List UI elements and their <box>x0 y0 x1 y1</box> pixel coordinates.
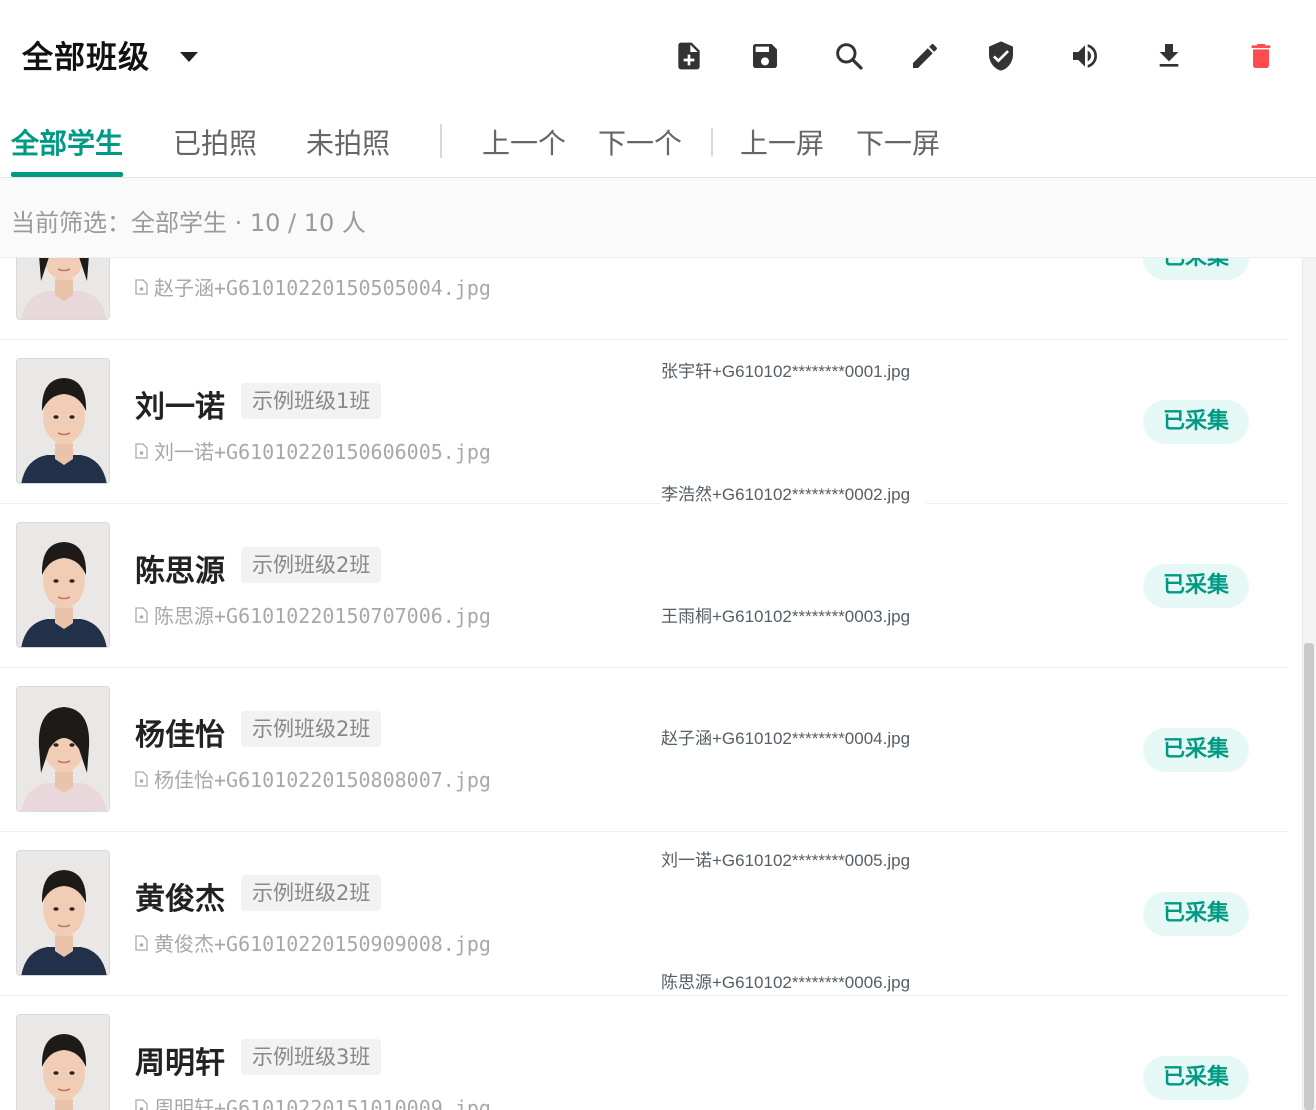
status-badge: 已采集 <box>1143 564 1249 608</box>
scrollbar-thumb[interactable] <box>1304 643 1314 1110</box>
top-bar: 全部班级 <box>0 0 1316 104</box>
next-screen-button[interactable]: 下一屏 <box>856 122 940 162</box>
student-row[interactable]: 赵子涵赵子涵+G61010220150505004.jpg 已采集 <box>0 258 1288 340</box>
photo-filename: 陈思源+G61010220150707006.jpg <box>135 600 491 629</box>
photo-filename-text: 杨佳怡+G61010220150808007.jpg <box>154 768 491 792</box>
student-name: 黄俊杰 <box>135 882 225 917</box>
tab-photographed[interactable]: 已拍照 <box>173 122 257 162</box>
divider <box>711 128 713 156</box>
volume-icon[interactable] <box>1065 36 1105 76</box>
file-icon <box>135 442 148 459</box>
photo-filename-text: 陈思源+G61010220150707006.jpg <box>154 604 491 628</box>
save-icon[interactable] <box>745 36 785 76</box>
filter-status: 当前筛选：全部学生 · 10 / 10 人 <box>11 209 366 237</box>
class-tag: 示例班级1班 <box>241 383 382 419</box>
photo-filename: 刘一诺+G61010220150606005.jpg <box>135 436 491 465</box>
active-tab-indicator <box>11 172 123 177</box>
student-row[interactable]: 黄俊杰 示例班级2班黄俊杰+G61010220150909008.jpg 已采集 <box>0 832 1288 996</box>
student-list[interactable]: 赵子涵赵子涵+G61010220150505004.jpg已采集刘一诺示例班级1… <box>0 258 1316 1110</box>
photo-filename-text: 赵子涵+G61010220150505004.jpg <box>154 276 491 300</box>
class-tag: 示例班级2班 <box>241 711 382 747</box>
tab-all-students[interactable]: 全部学生 <box>11 122 123 162</box>
status-badge: 已采集 <box>1143 258 1249 280</box>
class-title: 全部班级 <box>22 40 150 76</box>
file-add-icon[interactable] <box>669 36 709 76</box>
photo-filename: 赵子涵+G61010220150505004.jpg <box>135 272 491 301</box>
file-icon <box>135 606 148 623</box>
delete-icon[interactable] <box>1241 36 1281 76</box>
photo-filename-text: 刘一诺+G61010220150606005.jpg <box>154 440 491 464</box>
status-badge: 已采集 <box>1143 728 1249 772</box>
caret-down-icon <box>180 51 198 62</box>
student-name: 刘一诺 <box>135 390 225 425</box>
photo-filename: 杨佳怡+G61010220150808007.jpg <box>135 764 491 793</box>
edit-icon[interactable] <box>905 36 945 76</box>
student-row[interactable]: 周明轩 示例班级3班周明轩+G61010220151010009.jpg 已采集 <box>0 996 1288 1110</box>
prev-screen-button[interactable]: 上一屏 <box>740 122 824 162</box>
download-icon[interactable] <box>1149 36 1189 76</box>
class-selector[interactable]: 全部班级 <box>22 32 198 77</box>
file-icon <box>135 770 148 787</box>
status-badge: 已采集 <box>1143 892 1249 936</box>
prev-button[interactable]: 上一个 <box>482 122 566 162</box>
class-tag: 示例班级3班 <box>241 1039 382 1075</box>
student-row[interactable]: 杨佳怡 示例班级2班杨佳怡+G61010220150808007.jpg 已采集 <box>0 668 1288 832</box>
student-name: 赵子涵 <box>135 258 225 262</box>
filter-bar: 当前筛选：全部学生 · 10 / 10 人 <box>0 178 1316 258</box>
file-icon <box>135 1098 148 1110</box>
student-name: 周明轩 <box>135 1046 225 1081</box>
tab-bar: 全部学生 已拍照 未拍照 上一个 下一个 上一屏 下一屏 <box>0 104 1316 178</box>
divider <box>440 124 442 158</box>
photo-filename: 周明轩+G61010220151010009.jpg <box>135 1092 491 1110</box>
status-badge: 已采集 <box>1143 1056 1249 1100</box>
student-photo[interactable] <box>16 850 110 976</box>
student-row[interactable]: 刘一诺 示例班级1班刘一诺+G61010220150606005.jpg 已采集 <box>0 340 1288 504</box>
student-photo[interactable] <box>16 358 110 484</box>
student-photo[interactable] <box>16 522 110 648</box>
photo-filename-text: 周明轩+G61010220151010009.jpg <box>154 1096 491 1110</box>
photo-filename: 黄俊杰+G61010220150909008.jpg <box>135 928 491 957</box>
student-photo[interactable] <box>16 258 110 320</box>
class-tag: 示例班级2班 <box>241 547 382 583</box>
tab-not-photographed[interactable]: 未拍照 <box>306 122 390 162</box>
photo-filename-text: 黄俊杰+G61010220150909008.jpg <box>154 932 491 956</box>
class-tag: 示例班级2班 <box>241 875 382 911</box>
next-button[interactable]: 下一个 <box>598 122 682 162</box>
file-icon <box>135 278 148 295</box>
student-name: 杨佳怡 <box>135 718 225 753</box>
file-icon <box>135 934 148 951</box>
status-badge: 已采集 <box>1143 400 1249 444</box>
student-photo[interactable] <box>16 686 110 812</box>
search-icon[interactable] <box>829 36 869 76</box>
student-row[interactable]: 陈思源 示例班级2班陈思源+G61010220150707006.jpg 已采集 <box>0 504 1288 668</box>
student-name: 陈思源 <box>135 554 225 589</box>
shield-check-icon[interactable] <box>981 36 1021 76</box>
student-photo[interactable] <box>16 1014 110 1110</box>
